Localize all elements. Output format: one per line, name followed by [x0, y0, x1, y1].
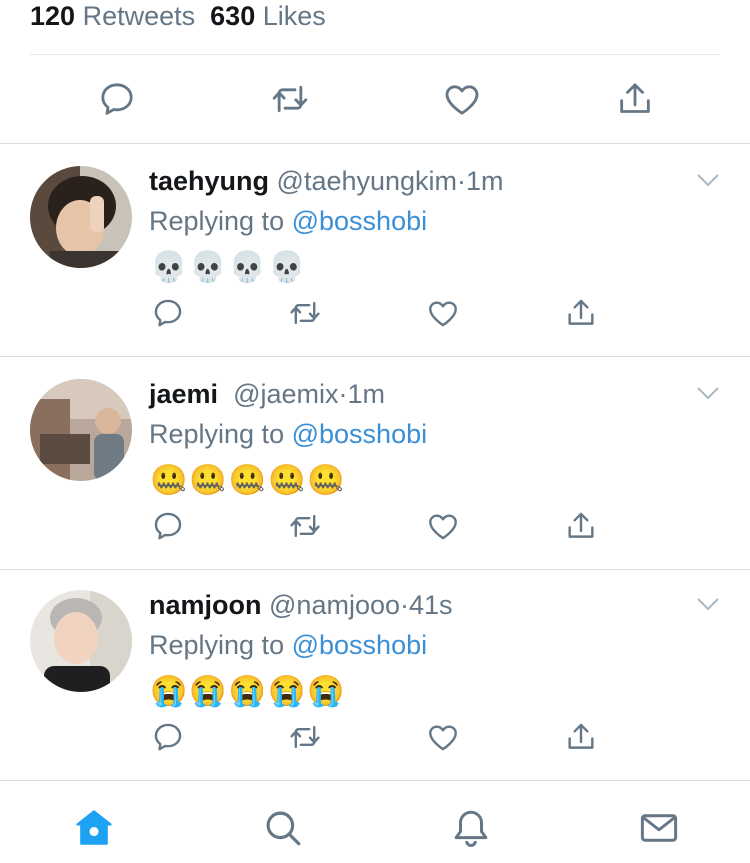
reply-icon[interactable] [151, 720, 185, 754]
mention-link[interactable]: @bosshobi [292, 419, 428, 449]
display-name[interactable]: jaemi [149, 379, 218, 409]
reply-tweet[interactable]: namjoon @namjooo·41s Replying to @bossho… [0, 568, 750, 781]
tweet-text: 😭😭😭😭😭 [150, 675, 347, 708]
replying-label: Replying to [149, 630, 285, 660]
replying-label: Replying to [149, 419, 285, 449]
chevron-down-icon[interactable] [696, 385, 720, 401]
share-icon[interactable] [564, 296, 598, 330]
avatar[interactable] [30, 590, 132, 692]
likes-label[interactable]: Likes [263, 1, 326, 31]
replying-to: Replying to @bosshobi [149, 628, 427, 662]
reply-header: taehyung @taehyungkim·1m [149, 164, 504, 198]
tweet-stats: 120 Retweets 630 Likes [30, 0, 720, 55]
share-icon[interactable] [564, 720, 598, 754]
chevron-down-icon[interactable] [696, 596, 720, 612]
tweet-text: 💀💀💀💀 [150, 251, 308, 284]
reply-icon[interactable] [151, 509, 185, 543]
like-icon[interactable] [426, 509, 460, 543]
tweet-action-bar [0, 55, 750, 144]
reply-icon[interactable] [97, 79, 137, 119]
notifications-icon[interactable] [450, 807, 492, 849]
search-icon[interactable] [262, 807, 304, 849]
retweet-icon[interactable] [288, 296, 322, 330]
reply-tweet[interactable]: taehyung @taehyungkim·1m Replying to @bo… [0, 144, 750, 357]
separator: · [400, 590, 409, 620]
retweets-label[interactable]: Retweets [83, 1, 196, 31]
display-name[interactable]: namjoon [149, 590, 262, 620]
timestamp[interactable]: 1m [348, 379, 386, 409]
reply-tweet[interactable]: jaemi @jaemix·1m Replying to @bosshobi 🤐… [0, 357, 750, 570]
username[interactable]: @namjooo [269, 590, 400, 620]
retweets-count: 120 [30, 1, 76, 31]
replying-label: Replying to [149, 206, 285, 236]
retweet-icon[interactable] [288, 720, 322, 754]
avatar[interactable] [30, 166, 132, 268]
replying-to: Replying to @bosshobi [149, 204, 427, 238]
home-icon[interactable] [73, 807, 115, 849]
likes-count: 630 [210, 1, 256, 31]
mention-link[interactable]: @bosshobi [292, 206, 428, 236]
tweet-text: 🤐🤐🤐🤐🤐 [150, 464, 347, 497]
timestamp[interactable]: 1m [466, 166, 504, 196]
share-icon[interactable] [615, 79, 655, 119]
like-icon[interactable] [426, 720, 460, 754]
like-icon[interactable] [426, 296, 460, 330]
separator: · [338, 379, 348, 409]
separator: · [457, 166, 467, 196]
bottom-tab-bar [0, 780, 750, 863]
display-name[interactable]: taehyung [149, 166, 269, 196]
reply-icon[interactable] [151, 296, 185, 330]
replying-to: Replying to @bosshobi [149, 417, 427, 451]
timestamp[interactable]: 41s [409, 590, 453, 620]
reply-header: jaemi @jaemix·1m [149, 377, 385, 411]
like-icon[interactable] [442, 79, 482, 119]
share-icon[interactable] [564, 509, 598, 543]
retweet-icon[interactable] [270, 79, 310, 119]
avatar[interactable] [30, 379, 132, 481]
mention-link[interactable]: @bosshobi [292, 630, 428, 660]
reply-header: namjoon @namjooo·41s [149, 588, 453, 622]
retweet-icon[interactable] [288, 509, 322, 543]
chevron-down-icon[interactable] [696, 172, 720, 188]
messages-icon[interactable] [638, 807, 680, 849]
username[interactable]: @jaemix [233, 379, 338, 409]
username[interactable]: @taehyungkim [277, 166, 458, 196]
